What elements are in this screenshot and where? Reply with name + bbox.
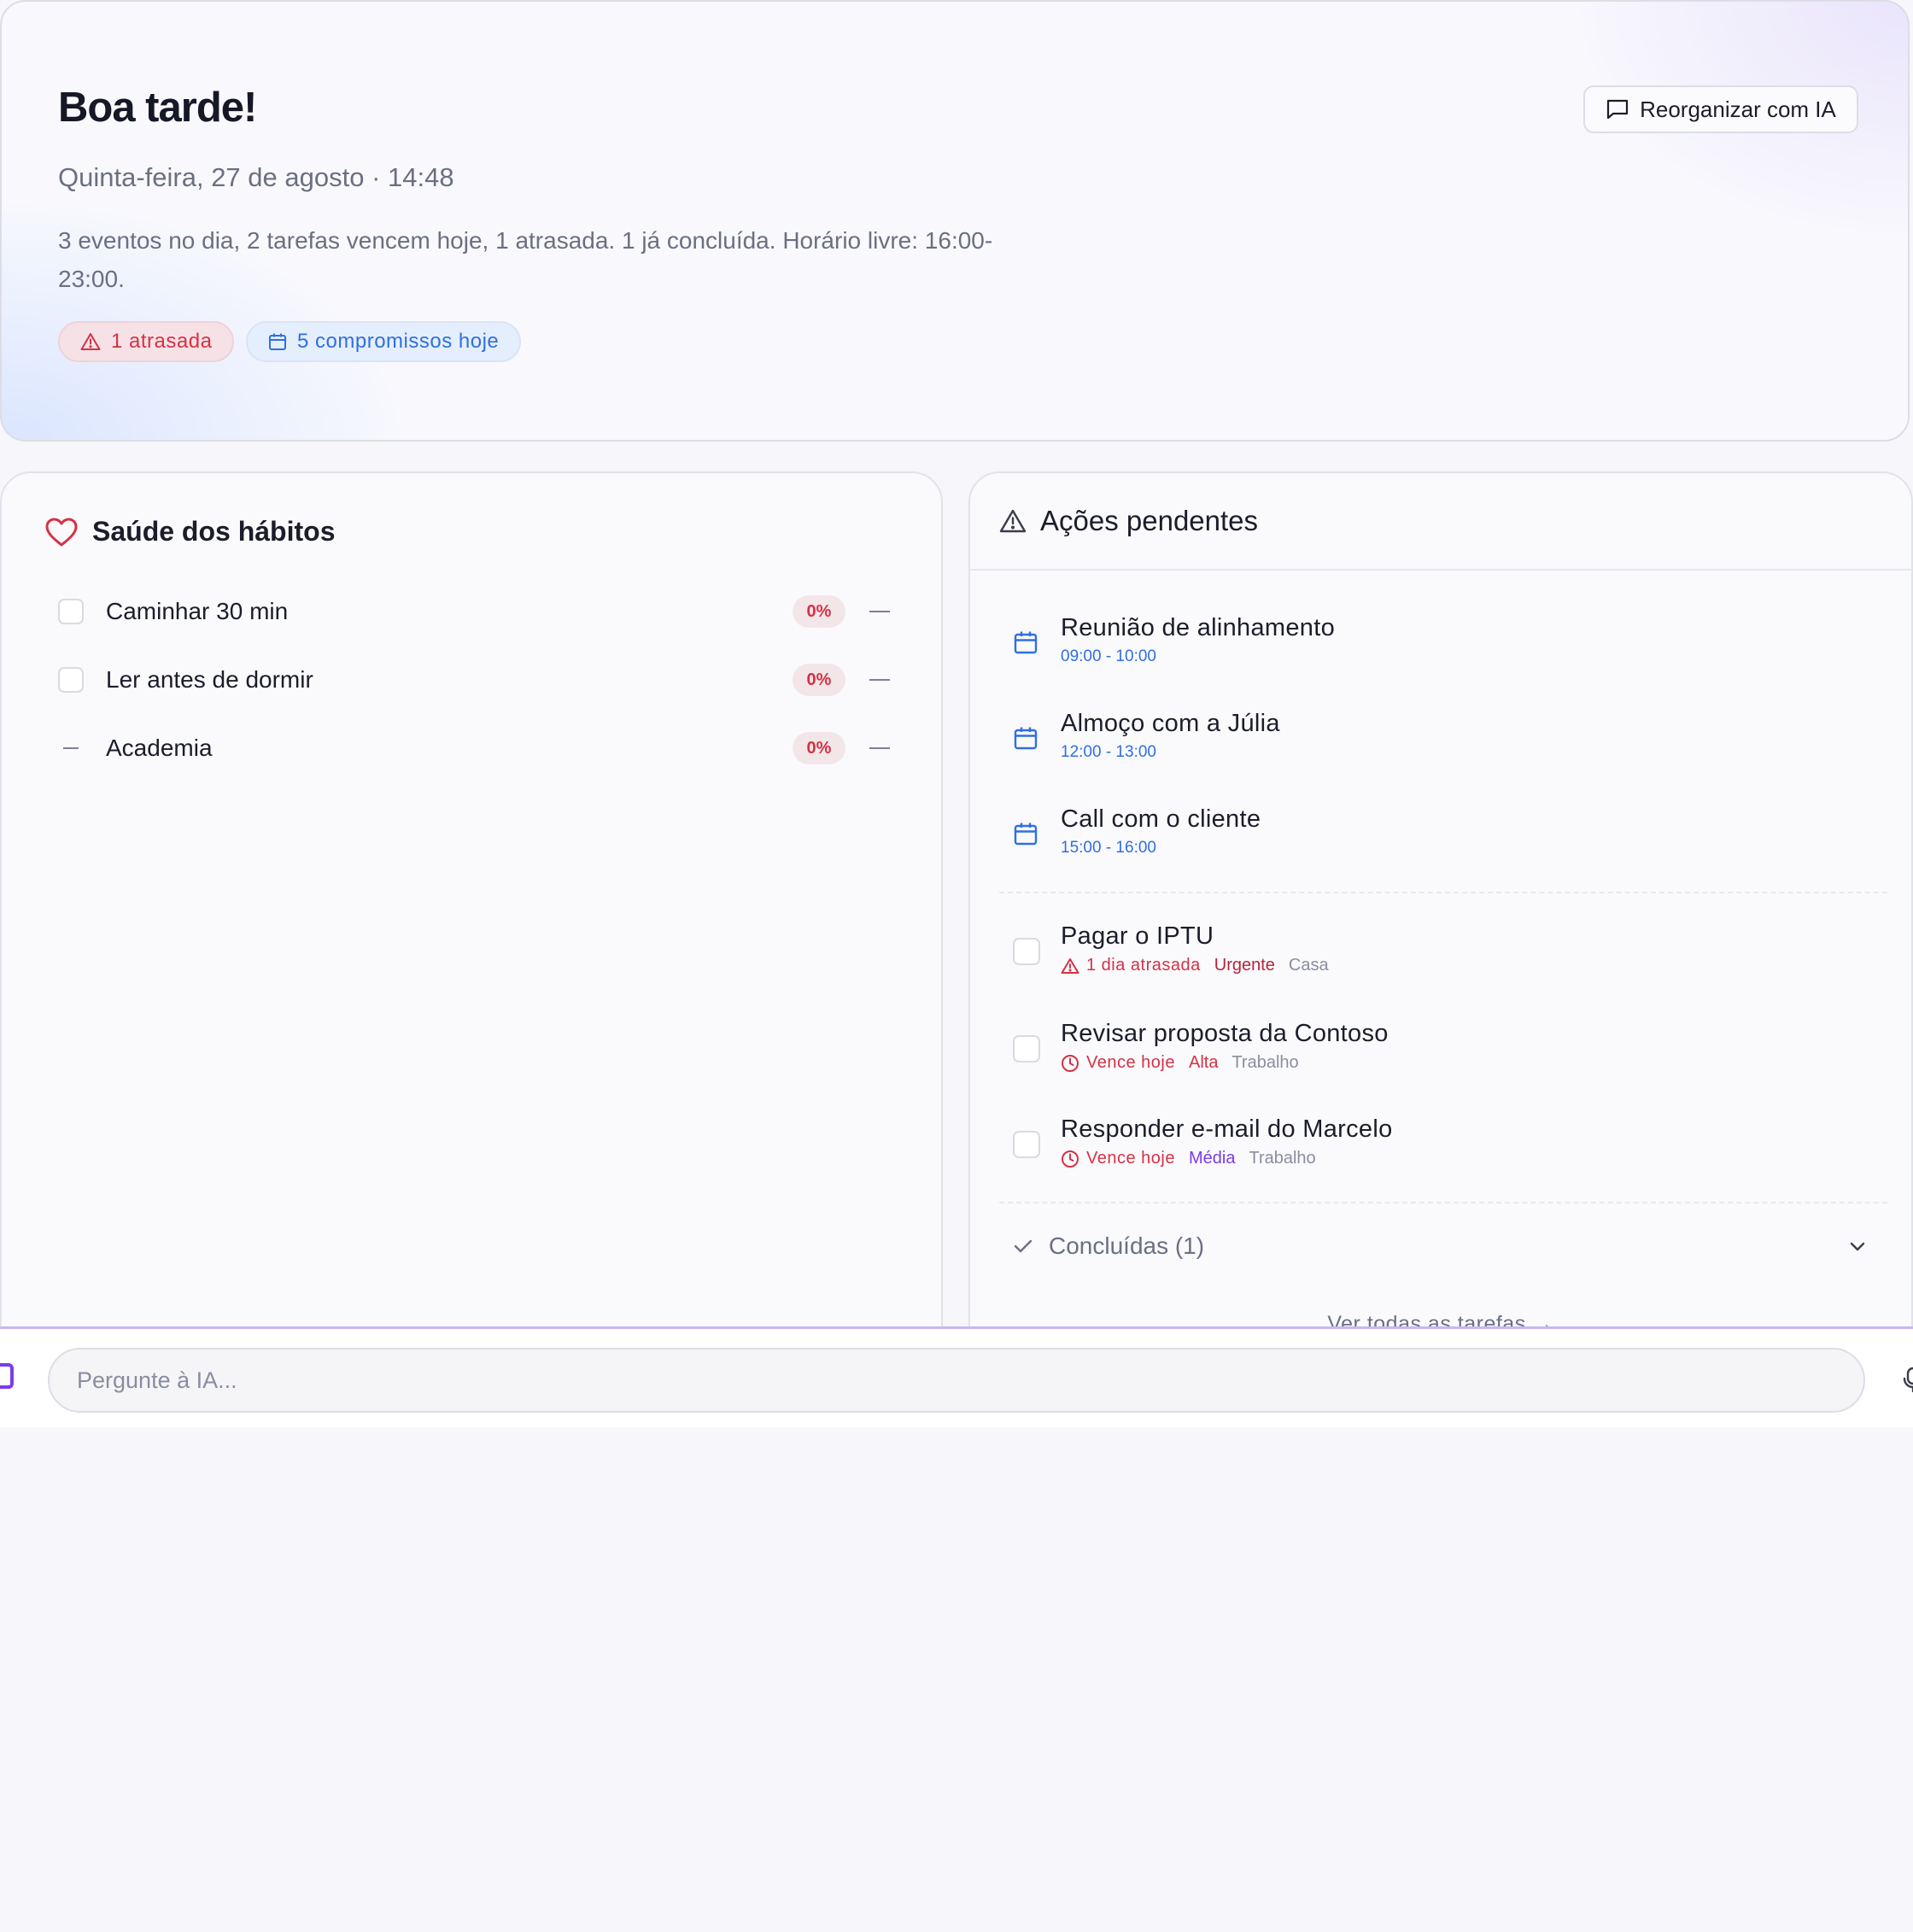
habit-row: Caminhar 30 min 0%	[58, 594, 890, 629]
event-title: Call com o cliente	[1061, 805, 1261, 833]
task-item: Pagar o IPTU 1 dia atrasada Urgente Casa	[1013, 922, 1329, 975]
current-date-time: Quinta-feira, 27 de agosto · 14:48	[58, 162, 454, 192]
task-priority: Média	[1188, 1149, 1236, 1168]
task-priority: Urgente	[1214, 956, 1275, 975]
day-summary: 3 eventos no dia, 2 tarefas vencem hoje,…	[58, 227, 993, 292]
ai-chat-bar	[0, 1326, 1913, 1427]
task-due-status-label: Vence hoje	[1086, 1149, 1175, 1168]
task-category: Trabalho	[1231, 1053, 1299, 1072]
microphone-icon[interactable]	[1903, 1367, 1913, 1392]
pending-actions-panel: Ações pendentes Reunião de alinhamento 0…	[968, 471, 1913, 1328]
event-item[interactable]: Reunião de alinhamento 09:00 - 10:00	[1013, 614, 1335, 666]
task-checkbox[interactable]	[1013, 1035, 1040, 1063]
habit-row: Academia 0%	[58, 731, 890, 765]
section-divider	[999, 892, 1887, 893]
minus-icon	[63, 747, 79, 749]
habit-trend-indicator	[869, 611, 890, 612]
task-title[interactable]: Responder e-mail do Marcelo	[1061, 1115, 1393, 1144]
task-priority: Alta	[1188, 1053, 1219, 1072]
task-due-status-label: 1 dia atrasada	[1086, 956, 1201, 975]
pending-header: Ações pendentes	[970, 473, 1911, 571]
habit-label: Caminhar 30 min	[106, 598, 289, 624]
overdue-chip[interactable]: 1 atrasada	[58, 321, 235, 362]
event-title: Reunião de alinhamento	[1061, 614, 1335, 641]
habit-row: Ler antes de dormir 0%	[58, 663, 890, 697]
habit-label: Ler antes de dormir	[106, 666, 313, 693]
clock-icon	[1062, 1054, 1079, 1072]
heart-icon	[45, 518, 78, 546]
task-item: Revisar proposta da Contoso Vence hoje A…	[1013, 1020, 1389, 1073]
chevron-down-icon	[1850, 1242, 1865, 1251]
task-due-status: Vence hoje	[1061, 1149, 1175, 1168]
habit-trend-indicator	[869, 679, 890, 681]
event-time: 12:00 - 13:00	[1061, 743, 1156, 761]
task-title[interactable]: Revisar proposta da Contoso	[1061, 1020, 1389, 1048]
overdue-chip-label: 1 atrasada	[111, 330, 213, 353]
check-icon	[1014, 1239, 1033, 1253]
completed-tasks-label: Concluídas (1)	[1049, 1232, 1205, 1259]
calendar-icon	[1014, 823, 1038, 846]
greeting-title: Boa tarde!	[58, 85, 257, 131]
task-category: Trabalho	[1249, 1149, 1316, 1168]
event-title: Almoço com a Júlia	[1061, 710, 1280, 737]
dashboard-content: Boa tarde! Quinta-feira, 27 de agosto · …	[0, 0, 1913, 1328]
clock-icon	[1062, 1150, 1079, 1168]
task-item: Responder e-mail do Marcelo Vence hoje M…	[1013, 1115, 1393, 1168]
completed-tasks-toggle[interactable]: Concluídas (1)	[1013, 1225, 1867, 1268]
habit-label: Academia	[106, 735, 213, 761]
event-time: 15:00 - 16:00	[1061, 839, 1156, 857]
event-item[interactable]: Almoço com a Júlia 12:00 - 13:00	[1013, 710, 1280, 762]
task-due-status: Vence hoje	[1061, 1053, 1175, 1073]
message-square-icon	[1607, 99, 1629, 120]
events-chip[interactable]: 5 compromissos hoje	[246, 321, 522, 362]
pending-title: Ações pendentes	[1040, 505, 1259, 536]
task-title[interactable]: Pagar o IPTU	[1061, 922, 1329, 951]
habit-checkbox[interactable]	[58, 599, 84, 624]
habits-header: Saúde dos hábitos	[44, 516, 335, 547]
task-due-status-label: Vence hoje	[1086, 1053, 1175, 1072]
calendar-icon	[1014, 727, 1038, 750]
calendar-icon	[1014, 631, 1038, 654]
calendar-icon	[269, 333, 286, 350]
habit-checkbox[interactable]	[58, 667, 84, 693]
reorganize-label: Reorganizar com IA	[1640, 96, 1836, 122]
event-time: 09:00 - 10:00	[1061, 647, 1156, 665]
ai-sparkle-icon[interactable]	[0, 1363, 14, 1389]
events-chip-label: 5 compromissos hoje	[297, 330, 500, 353]
alert-triangle-icon	[80, 333, 101, 350]
task-due-status: 1 dia atrasada	[1061, 956, 1201, 975]
task-category: Casa	[1288, 956, 1329, 975]
event-item[interactable]: Call com o cliente 15:00 - 16:00	[1013, 805, 1261, 858]
habit-completion-rate: 0%	[793, 595, 845, 628]
alert-triangle-icon	[1061, 957, 1079, 974]
habit-skip-indicator[interactable]	[58, 746, 84, 750]
habit-completion-rate: 0%	[793, 732, 845, 764]
habits-title: Saúde dos hábitos	[92, 516, 336, 547]
reorganize-with-ai-button[interactable]: Reorganizar com IA	[1583, 85, 1858, 133]
habits-panel: Saúde dos hábitos Caminhar 30 min 0% Ler…	[0, 471, 943, 1328]
section-divider	[999, 1202, 1887, 1203]
ask-ai-input[interactable]	[48, 1348, 1865, 1413]
task-checkbox[interactable]	[1013, 1131, 1040, 1158]
task-checkbox[interactable]	[1013, 938, 1040, 965]
habit-completion-rate: 0%	[793, 664, 845, 696]
greeting-card: Boa tarde! Quinta-feira, 27 de agosto · …	[0, 0, 1910, 442]
habit-trend-indicator	[869, 747, 890, 749]
alert-triangle-icon	[999, 509, 1027, 533]
